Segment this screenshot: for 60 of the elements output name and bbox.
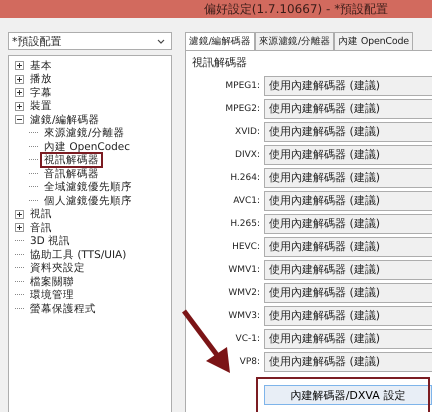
tree-item[interactable]: 資料夾設定 <box>26 260 89 276</box>
expander-icon[interactable] <box>15 102 24 111</box>
tree-item[interactable]: 內建 OpenCodec <box>40 138 134 155</box>
codec-label: DIVX: <box>234 150 261 160</box>
decoder-dropdown[interactable]: 使用內建解碼器 (建議) <box>264 190 432 210</box>
tree-item[interactable]: 視訊解碼器 <box>40 152 103 168</box>
window-title: 偏好設定(1.7.10667) - *預設配置 <box>204 0 388 18</box>
decoder-dropdown[interactable]: 使用內建解碼器 (建議) <box>264 122 432 142</box>
codec-label: H.264: <box>229 172 261 182</box>
tab[interactable]: 來源濾鏡/分離器 <box>254 32 334 50</box>
codec-label: VP8: <box>238 356 261 366</box>
codec-label: WMV3: <box>227 310 261 320</box>
decoder-dropdown[interactable]: 使用內建解碼器 (建議) <box>264 168 432 188</box>
expander-icon[interactable] <box>15 115 24 124</box>
profile-dropdown[interactable]: *預設配置 <box>8 32 172 50</box>
tree-item[interactable]: 螢幕保護程式 <box>26 300 100 317</box>
expander-icon[interactable] <box>15 88 24 98</box>
tree-item[interactable]: 基本 <box>26 58 56 74</box>
tab[interactable]: 濾鏡/編解碼器 <box>185 32 255 50</box>
tree-item[interactable]: 音訊解碼器 <box>40 166 103 182</box>
codec-label: MPEG2: <box>224 104 261 114</box>
expander-icon[interactable] <box>15 223 24 232</box>
tree-item[interactable]: 視訊 <box>26 206 56 222</box>
tree-item[interactable]: 濾鏡/編解碼器 <box>26 112 104 128</box>
decoder-dropdown[interactable]: 使用內建解碼器 (建議) <box>264 76 432 96</box>
expander-icon[interactable] <box>15 61 24 70</box>
tree-item[interactable]: 全域濾鏡優先順序 <box>40 179 136 196</box>
decoder-dropdown[interactable]: 使用內建解碼器 (建議) <box>264 328 432 348</box>
decoder-dropdown[interactable]: 使用內建解碼器 (建議) <box>264 98 432 118</box>
tree-item[interactable]: 字幕 <box>26 84 56 101</box>
decoder-dropdown[interactable]: 使用內建解碼器 (建議) <box>264 214 432 234</box>
chevron-down-icon <box>157 38 165 44</box>
decoder-dropdown[interactable]: 使用內建解碼器 (建議) <box>264 306 432 326</box>
tree-item[interactable]: 環境管理 <box>26 287 78 304</box>
expander-icon[interactable] <box>15 74 24 84</box>
codec-label: MPEG1: <box>224 80 261 90</box>
tree-item[interactable]: 音訊 <box>26 220 56 236</box>
tree-item[interactable]: 個人濾鏡優先順序 <box>40 192 136 209</box>
tab[interactable]: 內建 OpenCode <box>334 32 413 50</box>
codec-label: HEVC: <box>231 242 261 252</box>
tree-item[interactable]: 協助工具 (TTS/UIA) <box>26 246 130 263</box>
tree-item[interactable]: 檔案關聯 <box>26 274 78 290</box>
group-title: 視訊解碼器 <box>192 55 248 69</box>
codec-label: XVID: <box>234 126 261 136</box>
tree-item[interactable]: 裝置 <box>26 98 56 114</box>
decoder-dropdown[interactable]: 使用內建解碼器 (建議) <box>264 282 432 302</box>
codec-label: AVC1: <box>232 196 261 206</box>
decoder-settings-button[interactable]: 內建解碼器/DXVA 設定 <box>264 385 432 405</box>
decoder-dropdown[interactable]: 使用內建解碼器 (建議) <box>264 352 432 372</box>
codec-label: H.265: <box>229 218 261 228</box>
tree-item[interactable]: 3D 視訊 <box>26 233 74 250</box>
expander-icon[interactable] <box>15 210 24 219</box>
decoder-dropdown[interactable]: 使用內建解碼器 (建議) <box>264 260 432 280</box>
tree-item[interactable]: 來源濾鏡/分離器 <box>40 125 129 142</box>
tree-item[interactable]: 播放 <box>26 71 56 88</box>
codec-label: VC-1: <box>234 334 261 344</box>
codec-label: WMV2: <box>227 288 261 298</box>
codec-label: WMV1: <box>227 264 261 274</box>
decoder-dropdown[interactable]: 使用內建解碼器 (建議) <box>264 144 432 164</box>
decoder-dropdown[interactable]: 使用內建解碼器 (建議) <box>264 236 432 256</box>
